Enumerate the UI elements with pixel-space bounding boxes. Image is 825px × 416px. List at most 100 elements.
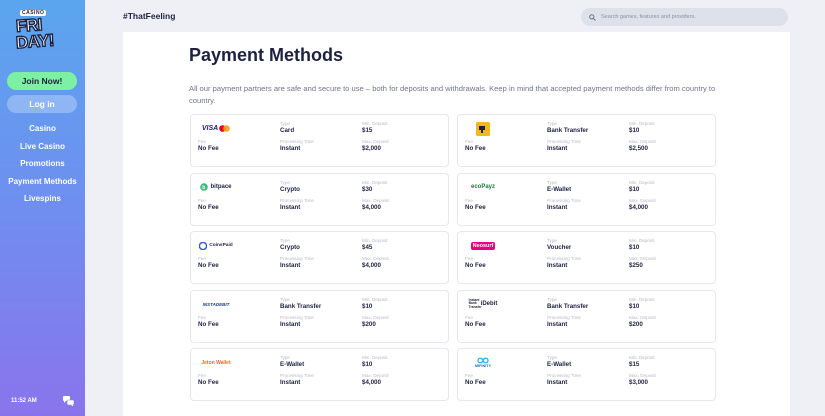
processing-time-value: Instant xyxy=(280,320,301,328)
sidebar-item-live-casino[interactable]: Live Casino xyxy=(0,138,85,156)
payment-method-logo: b bitpace xyxy=(198,180,234,195)
max-deposit-value: $200 xyxy=(629,320,643,328)
min-deposit-value: $10 xyxy=(629,302,640,310)
join-now-button[interactable]: Join Now! xyxy=(7,72,77,90)
payment-method-logo: VISA xyxy=(198,121,234,136)
sidebar-item-livespins[interactable]: Livespins xyxy=(0,190,85,208)
chat-icon[interactable] xyxy=(63,396,74,406)
type-label: Type xyxy=(547,238,557,243)
type-value: Voucher xyxy=(547,244,572,251)
payment-method-logo: Neosurf xyxy=(465,238,501,253)
processing-time-label: Processing Time xyxy=(547,373,581,378)
max-deposit-label: Max. Deposit xyxy=(629,139,656,144)
min-deposit-label: Min. Deposit xyxy=(362,238,388,243)
type-value: Bank Transfer xyxy=(547,127,589,134)
sidebar-item-payment-methods[interactable]: Payment Methods xyxy=(0,173,85,191)
type-label: Type xyxy=(280,355,290,360)
payment-method-card[interactable]: VISA Type Card Min. Deposit $15 Fee No Fee Proc… xyxy=(190,114,449,167)
fee-value: No Fee xyxy=(198,262,219,269)
processing-time-label: Processing Time xyxy=(280,197,314,203)
min-deposit-label: Min. Deposit xyxy=(629,296,655,302)
processing-time-value: Instant xyxy=(280,379,301,386)
type-label: Type xyxy=(547,121,557,126)
processing-time-label: Processing Time xyxy=(280,314,314,320)
min-deposit-label: Min. Deposit xyxy=(629,179,655,185)
processing-time-value: Instant xyxy=(280,203,301,211)
sidebar-item-casino[interactable]: Casino xyxy=(0,120,85,138)
payment-method-card[interactable]: INSTADEBIT Type Bank Transfer Min. Deposit $… xyxy=(190,289,449,343)
max-deposit-value: $4,000 xyxy=(362,379,381,386)
processing-time-value: Instant xyxy=(280,145,301,152)
processing-time-label: Processing Time xyxy=(280,373,314,378)
payment-method-card[interactable]: ecoPayz Type E-Wallet Min. Deposit $10 Fee No … xyxy=(457,172,716,226)
payment-method-card[interactable]: b bitpace Type Crypto Min. Deposit $30 Fee No F… xyxy=(190,172,449,226)
fee-label: Fee xyxy=(198,197,206,203)
clock-time: 11:52 AM xyxy=(11,398,37,404)
svg-text:b: b xyxy=(203,185,206,191)
max-deposit-label: Max. Deposit xyxy=(629,256,656,261)
payment-method-card[interactable]: Jeton Wallet Type E-Wallet Min. Deposit $10 F… xyxy=(190,348,449,401)
casino-friday-logo[interactable]: CASINO FRI DAY! xyxy=(14,8,70,54)
type-value: Crypto xyxy=(280,185,300,193)
min-deposit-label: Min. Deposit xyxy=(362,296,388,302)
bitpace-icon: b xyxy=(200,183,209,191)
login-button[interactable]: Log in xyxy=(7,95,77,113)
max-deposit-value: $4,000 xyxy=(362,262,381,269)
payment-method-logo: Jeton Wallet xyxy=(198,355,234,370)
fee-label: Fee xyxy=(465,314,473,320)
max-deposit-label: Max. Deposit xyxy=(362,197,389,203)
processing-time-label: Processing Time xyxy=(547,314,581,320)
min-deposit-label: Min. Deposit xyxy=(629,121,655,126)
payment-method-logo: INSTADEBIT xyxy=(198,297,234,312)
payment-method-card[interactable]: CoinsPaid Type Crypto Min. Deposit $45 Fee No … xyxy=(190,231,449,284)
fee-label: Fee xyxy=(198,373,206,378)
max-deposit-value: $2,000 xyxy=(362,145,381,152)
fee-label: Fee xyxy=(198,314,206,320)
payment-method-logo: ecoPayz xyxy=(465,180,501,195)
coinspaid-icon xyxy=(199,241,208,250)
instadebit-logo-text: INSTADEBIT xyxy=(202,301,230,307)
payment-method-card[interactable]: Instant Bank Transfer iDebit Type Bank Tran… xyxy=(457,289,716,343)
min-deposit-label: Min. Deposit xyxy=(629,238,655,243)
search-icon xyxy=(589,13,596,21)
fee-label: Fee xyxy=(465,139,473,144)
processing-time-label: Processing Time xyxy=(280,139,314,144)
search-input[interactable] xyxy=(601,14,781,20)
min-deposit-label: Min. Deposit xyxy=(362,355,388,360)
payment-method-card[interactable]: Neosurf Type Voucher Min. Deposit $10 Fee No F… xyxy=(457,231,716,284)
type-label: Type xyxy=(280,179,290,185)
fee-label: Fee xyxy=(198,139,206,144)
search-bar[interactable] xyxy=(581,8,788,26)
fee-label: Fee xyxy=(465,373,473,378)
max-deposit-label: Max. Deposit xyxy=(362,373,389,378)
page-title: Payment Methods xyxy=(189,45,344,65)
min-deposit-value: $15 xyxy=(362,127,373,134)
mifinity-logo-text: MIFINITY xyxy=(474,364,492,368)
max-deposit-value: $200 xyxy=(362,320,376,328)
processing-time-label: Processing Time xyxy=(280,256,314,261)
processing-time-value: Instant xyxy=(280,262,301,269)
payment-method-logo: Instant Bank Transfer iDebit xyxy=(468,297,498,309)
logo-line-2: DAY! xyxy=(15,30,56,53)
payment-method-card[interactable]: Type Bank Transfer Min. Deposit $10 Fee No Fe… xyxy=(457,114,716,167)
max-deposit-label: Max. Deposit xyxy=(629,197,656,203)
min-deposit-label: Min. Deposit xyxy=(362,179,388,185)
max-deposit-label: Max. Deposit xyxy=(629,373,656,378)
payment-method-logo: CoinsPaid xyxy=(198,238,234,253)
sidebar-nav: Casino Live Casino Promotions Payment Me… xyxy=(0,120,85,208)
fee-value: No Fee xyxy=(198,145,219,152)
bitpace-logo-text: bitpace xyxy=(210,184,232,190)
fee-value: No Fee xyxy=(465,320,486,328)
type-value: Crypto xyxy=(280,244,300,251)
type-value: Bank Transfer xyxy=(547,302,589,310)
main-panel: Payment Methods All our payment partners… xyxy=(123,32,790,416)
processing-time-value: Instant xyxy=(547,320,568,328)
type-value: E-Wallet xyxy=(547,185,572,193)
payment-method-card[interactable]: MIFINITY Type E-Wallet Min. Deposit $15 Fee No… xyxy=(457,348,716,401)
sidebar-item-promotions[interactable]: Promotions xyxy=(0,155,85,173)
min-deposit-label: Min. Deposit xyxy=(362,121,388,126)
min-deposit-value: $10 xyxy=(362,302,373,310)
type-value: E-Wallet xyxy=(547,361,572,368)
type-label: Type xyxy=(547,179,557,185)
type-label: Type xyxy=(547,355,557,360)
